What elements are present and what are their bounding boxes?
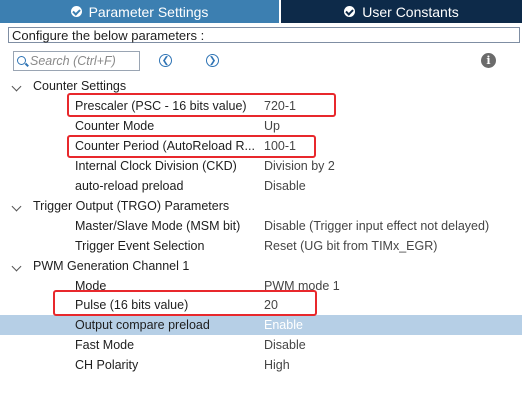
param-value[interactable]: High [264,355,290,375]
param-label: Counter Mode [75,119,155,133]
highlight-box-prescaler [67,93,336,117]
group-pwm-channel-1[interactable]: PWM Generation Channel 1 [0,256,522,276]
param-value[interactable]: Disable [264,335,306,355]
param-row-clock-division[interactable]: Internal Clock Division (CKD) Division b… [0,156,522,176]
param-label: auto-reload preload [75,179,184,193]
param-label: Trigger Event Selection [75,239,205,253]
group-label: PWM Generation Channel 1 [33,259,190,273]
info-icon[interactable]: i [481,53,496,68]
tab-label: Parameter Settings [88,3,209,20]
group-trigger-output[interactable]: Trigger Output (TRGO) Parameters [0,196,522,216]
check-circle-icon [70,6,82,17]
param-label: Fast Mode [75,338,135,352]
search-input[interactable] [30,53,136,69]
chevron-right-circle-icon[interactable]: ❯ [206,54,219,67]
search-box[interactable] [13,51,140,71]
param-row-trigger-event[interactable]: Trigger Event Selection Reset (UG bit fr… [0,236,522,256]
param-row-master-slave-mode[interactable]: Master/Slave Mode (MSM bit) Disable (Tri… [0,216,522,236]
param-row-fast-mode[interactable]: Fast Mode Disable [0,335,522,355]
chevron-down-icon[interactable] [11,201,22,212]
param-value[interactable]: Division by 2 [264,156,335,176]
param-label: Master/Slave Mode (MSM bit) [75,219,241,233]
param-label: Output compare preload [75,318,210,332]
param-value[interactable]: Disable [264,176,306,196]
param-row-output-compare-preload[interactable]: Output compare preload Enable [0,315,522,335]
param-value[interactable]: Reset (UG bit from TIMx_EGR) [264,236,437,256]
tab-bar: Parameter Settings User Constants [0,0,522,23]
param-label: CH Polarity [75,358,139,372]
check-circle-icon [344,6,356,17]
chevron-down-icon[interactable] [11,81,22,92]
highlight-box-pulse [53,290,317,316]
param-row-ch-polarity[interactable]: CH Polarity High [0,355,522,375]
chevron-down-icon[interactable] [11,261,22,272]
search-icon [17,56,26,65]
param-row-auto-reload-preload[interactable]: auto-reload preload Disable [0,176,522,196]
param-value[interactable]: Disable (Trigger input effect not delaye… [264,216,489,236]
group-label: Trigger Output (TRGO) Parameters [33,199,230,213]
highlight-box-counter-period [67,135,316,158]
tab-parameter-settings[interactable]: Parameter Settings [0,0,279,23]
param-label: Internal Clock Division (CKD) [75,159,237,173]
param-row-counter-mode[interactable]: Counter Mode Up [0,116,522,136]
config-header: Configure the below parameters : [8,27,520,43]
tab-user-constants[interactable]: User Constants [281,0,522,23]
tab-label: User Constants [362,3,459,20]
param-value[interactable]: Enable [264,315,303,335]
param-value[interactable]: Up [264,116,280,136]
chevron-left-circle-icon[interactable]: ❮ [159,54,172,67]
